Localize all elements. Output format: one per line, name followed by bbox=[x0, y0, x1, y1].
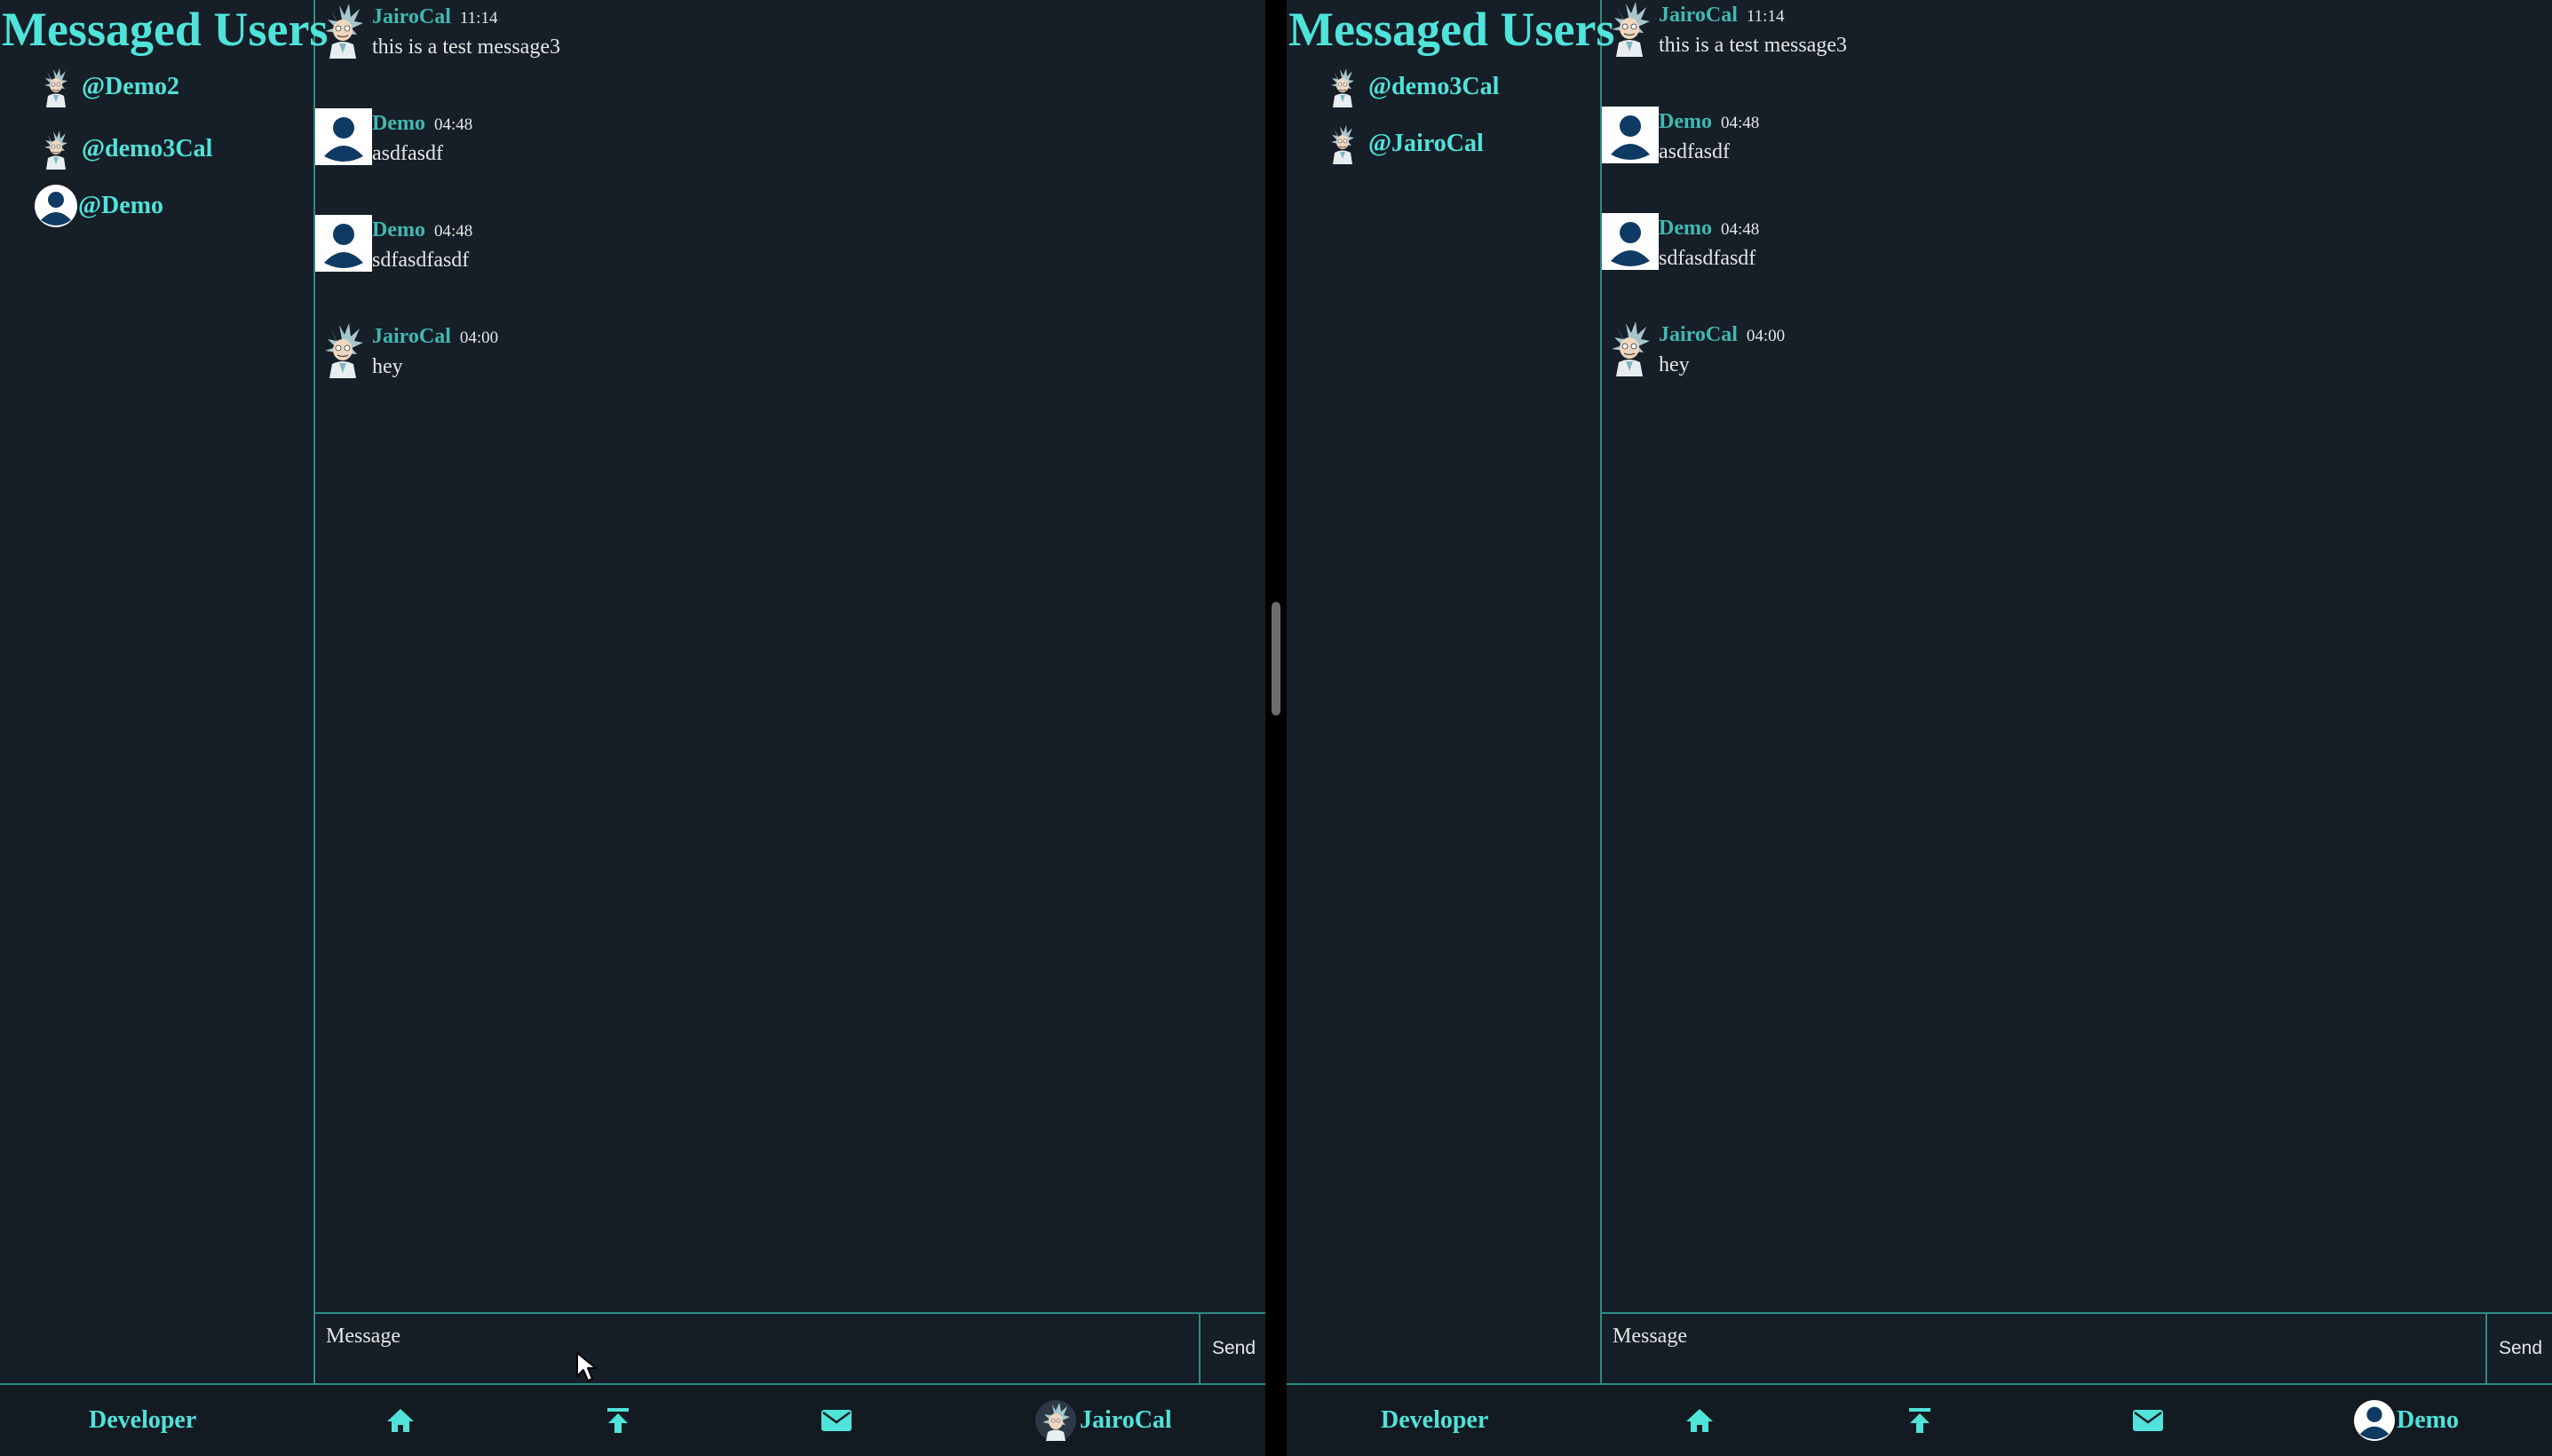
message-timestamp: 11:14 bbox=[459, 9, 498, 28]
rick-avatar-icon bbox=[30, 129, 82, 170]
message-composer: Send bbox=[315, 1312, 1265, 1383]
home-icon[interactable] bbox=[1684, 1385, 1715, 1456]
send-button[interactable]: Send bbox=[2489, 1314, 2552, 1383]
chat-message: JairoCal 11:14 this is a test message3 bbox=[1602, 0, 2490, 89]
contact-item[interactable]: @Demo bbox=[0, 178, 313, 234]
messaged-users-sidebar: Messaged Users @Demo2 @demo3Cal @Demo bbox=[0, 0, 329, 1383]
message-username[interactable]: JairoCal bbox=[1659, 4, 1738, 27]
message-text: asdfasdf bbox=[372, 142, 443, 165]
home-icon[interactable] bbox=[385, 1385, 416, 1456]
rick-avatar-icon bbox=[30, 67, 82, 107]
chat-message: Demo 04:48 sdfasdfasdf bbox=[1602, 213, 2490, 302]
message-timestamp: 04:48 bbox=[1720, 114, 1760, 132]
message-username[interactable]: Demo bbox=[372, 218, 425, 241]
default-user-avatar-icon bbox=[1602, 107, 1659, 168]
contact-handle: @Demo2 bbox=[82, 73, 180, 100]
message-text: hey bbox=[372, 355, 403, 378]
chat-message-list: JairoCal 11:14 this is a test message3 D… bbox=[1602, 0, 2552, 1383]
message-timestamp: 04:00 bbox=[459, 328, 499, 347]
message-header: Demo 04:48 bbox=[372, 112, 472, 136]
message-text: hey bbox=[1659, 353, 1690, 376]
message-text: asdfasdf bbox=[1659, 140, 1730, 163]
profile-link[interactable]: JairoCal bbox=[1035, 1385, 1172, 1456]
profile-name: Demo bbox=[2397, 1406, 2459, 1434]
split-screen: Messaged Users @Demo2 @demo3Cal @Demo Ja… bbox=[0, 0, 2552, 1456]
rick-avatar-icon bbox=[1602, 0, 1657, 61]
send-button[interactable]: Send bbox=[1202, 1314, 1265, 1383]
message-header: Demo 04:48 bbox=[1659, 217, 1759, 241]
message-username[interactable]: Demo bbox=[372, 112, 425, 135]
default-user-avatar-icon bbox=[315, 108, 372, 170]
message-timestamp: 04:00 bbox=[1746, 327, 1786, 345]
message-text: this is a test message3 bbox=[372, 36, 560, 59]
upload-icon[interactable] bbox=[606, 1385, 630, 1456]
default-user-avatar-icon bbox=[2354, 1400, 2395, 1441]
left-browser-window: Messaged Users @Demo2 @demo3Cal @Demo Ja… bbox=[0, 0, 1265, 1456]
mouse-cursor-icon bbox=[575, 1351, 598, 1388]
default-user-avatar-icon bbox=[34, 185, 78, 227]
chat-message: JairoCal 04:00 hey bbox=[1602, 320, 2490, 408]
default-user-avatar-icon bbox=[315, 215, 372, 276]
message-header: Demo 04:48 bbox=[1659, 110, 1759, 134]
chat-message: Demo 04:48 asdfasdf bbox=[315, 108, 1203, 197]
contact-handle: @demo3Cal bbox=[1368, 73, 1500, 100]
profile-name: JairoCal bbox=[1080, 1406, 1172, 1434]
message-username[interactable]: JairoCal bbox=[372, 325, 451, 348]
bottom-nav-bar: Developer bbox=[0, 1383, 1265, 1456]
sidebar-title: Messaged Users bbox=[1288, 3, 1615, 56]
split-divider-handle[interactable] bbox=[1272, 602, 1280, 716]
message-text: sdfasdfasdf bbox=[372, 249, 470, 272]
upload-icon[interactable] bbox=[1908, 1385, 1931, 1456]
chat-message: JairoCal 04:00 hey bbox=[315, 321, 1203, 410]
message-header: JairoCal 11:14 bbox=[372, 5, 497, 29]
rick-avatar-icon bbox=[1317, 67, 1368, 107]
contact-item[interactable]: @demo3Cal bbox=[1287, 59, 1600, 115]
contact-item[interactable]: @Demo2 bbox=[0, 59, 313, 115]
profile-link[interactable]: Demo bbox=[2354, 1385, 2459, 1456]
mail-icon[interactable] bbox=[2132, 1385, 2164, 1456]
chat-message: Demo 04:48 asdfasdf bbox=[1602, 107, 2490, 195]
contact-item[interactable]: @JairoCal bbox=[1287, 115, 1600, 172]
rick-avatar-icon bbox=[315, 321, 370, 383]
message-input[interactable] bbox=[1602, 1314, 2487, 1383]
message-timestamp: 11:14 bbox=[1746, 7, 1785, 26]
message-timestamp: 04:48 bbox=[433, 222, 473, 241]
rick-avatar-icon bbox=[315, 2, 370, 63]
message-timestamp: 04:48 bbox=[433, 115, 473, 134]
rick-avatar-icon bbox=[1317, 123, 1368, 164]
rick-avatar-icon bbox=[1602, 320, 1657, 381]
message-header: JairoCal 04:00 bbox=[372, 325, 498, 349]
right-browser-window: Messaged Users @demo3Cal @JairoCal Jairo… bbox=[1287, 0, 2552, 1456]
developer-link[interactable]: Developer bbox=[1381, 1385, 1488, 1456]
sidebar-title: Messaged Users bbox=[2, 3, 329, 56]
messaged-users-sidebar: Messaged Users @demo3Cal @JairoCal bbox=[1287, 0, 1615, 1383]
contact-handle: @demo3Cal bbox=[82, 135, 213, 162]
contact-handle: @JairoCal bbox=[1368, 130, 1484, 157]
chat-message: Demo 04:48 sdfasdfasdf bbox=[315, 215, 1203, 304]
chat-message: JairoCal 11:14 this is a test message3 bbox=[315, 2, 1203, 91]
developer-link[interactable]: Developer bbox=[89, 1385, 196, 1456]
bottom-nav-bar: Developer bbox=[1287, 1383, 2552, 1456]
rick-avatar-icon bbox=[1035, 1400, 1076, 1441]
contact-handle: @Demo bbox=[78, 192, 164, 219]
chat-message-list: JairoCal 11:14 this is a test message3 D… bbox=[315, 0, 1265, 1383]
message-input[interactable] bbox=[315, 1314, 1201, 1383]
message-composer: Send bbox=[1602, 1312, 2552, 1383]
message-username[interactable]: Demo bbox=[1659, 110, 1712, 133]
message-timestamp: 04:48 bbox=[1720, 220, 1760, 239]
message-username[interactable]: Demo bbox=[1659, 217, 1712, 240]
message-header: Demo 04:48 bbox=[372, 218, 472, 242]
message-username[interactable]: JairoCal bbox=[1659, 323, 1738, 346]
message-text: this is a test message3 bbox=[1659, 34, 1847, 57]
message-header: JairoCal 11:14 bbox=[1659, 4, 1784, 28]
message-header: JairoCal 04:00 bbox=[1659, 323, 1785, 347]
message-text: sdfasdfasdf bbox=[1659, 247, 1756, 270]
contact-item[interactable]: @demo3Cal bbox=[0, 121, 313, 178]
mail-icon[interactable] bbox=[820, 1385, 852, 1456]
message-username[interactable]: JairoCal bbox=[372, 5, 451, 28]
default-user-avatar-icon bbox=[1602, 213, 1659, 274]
